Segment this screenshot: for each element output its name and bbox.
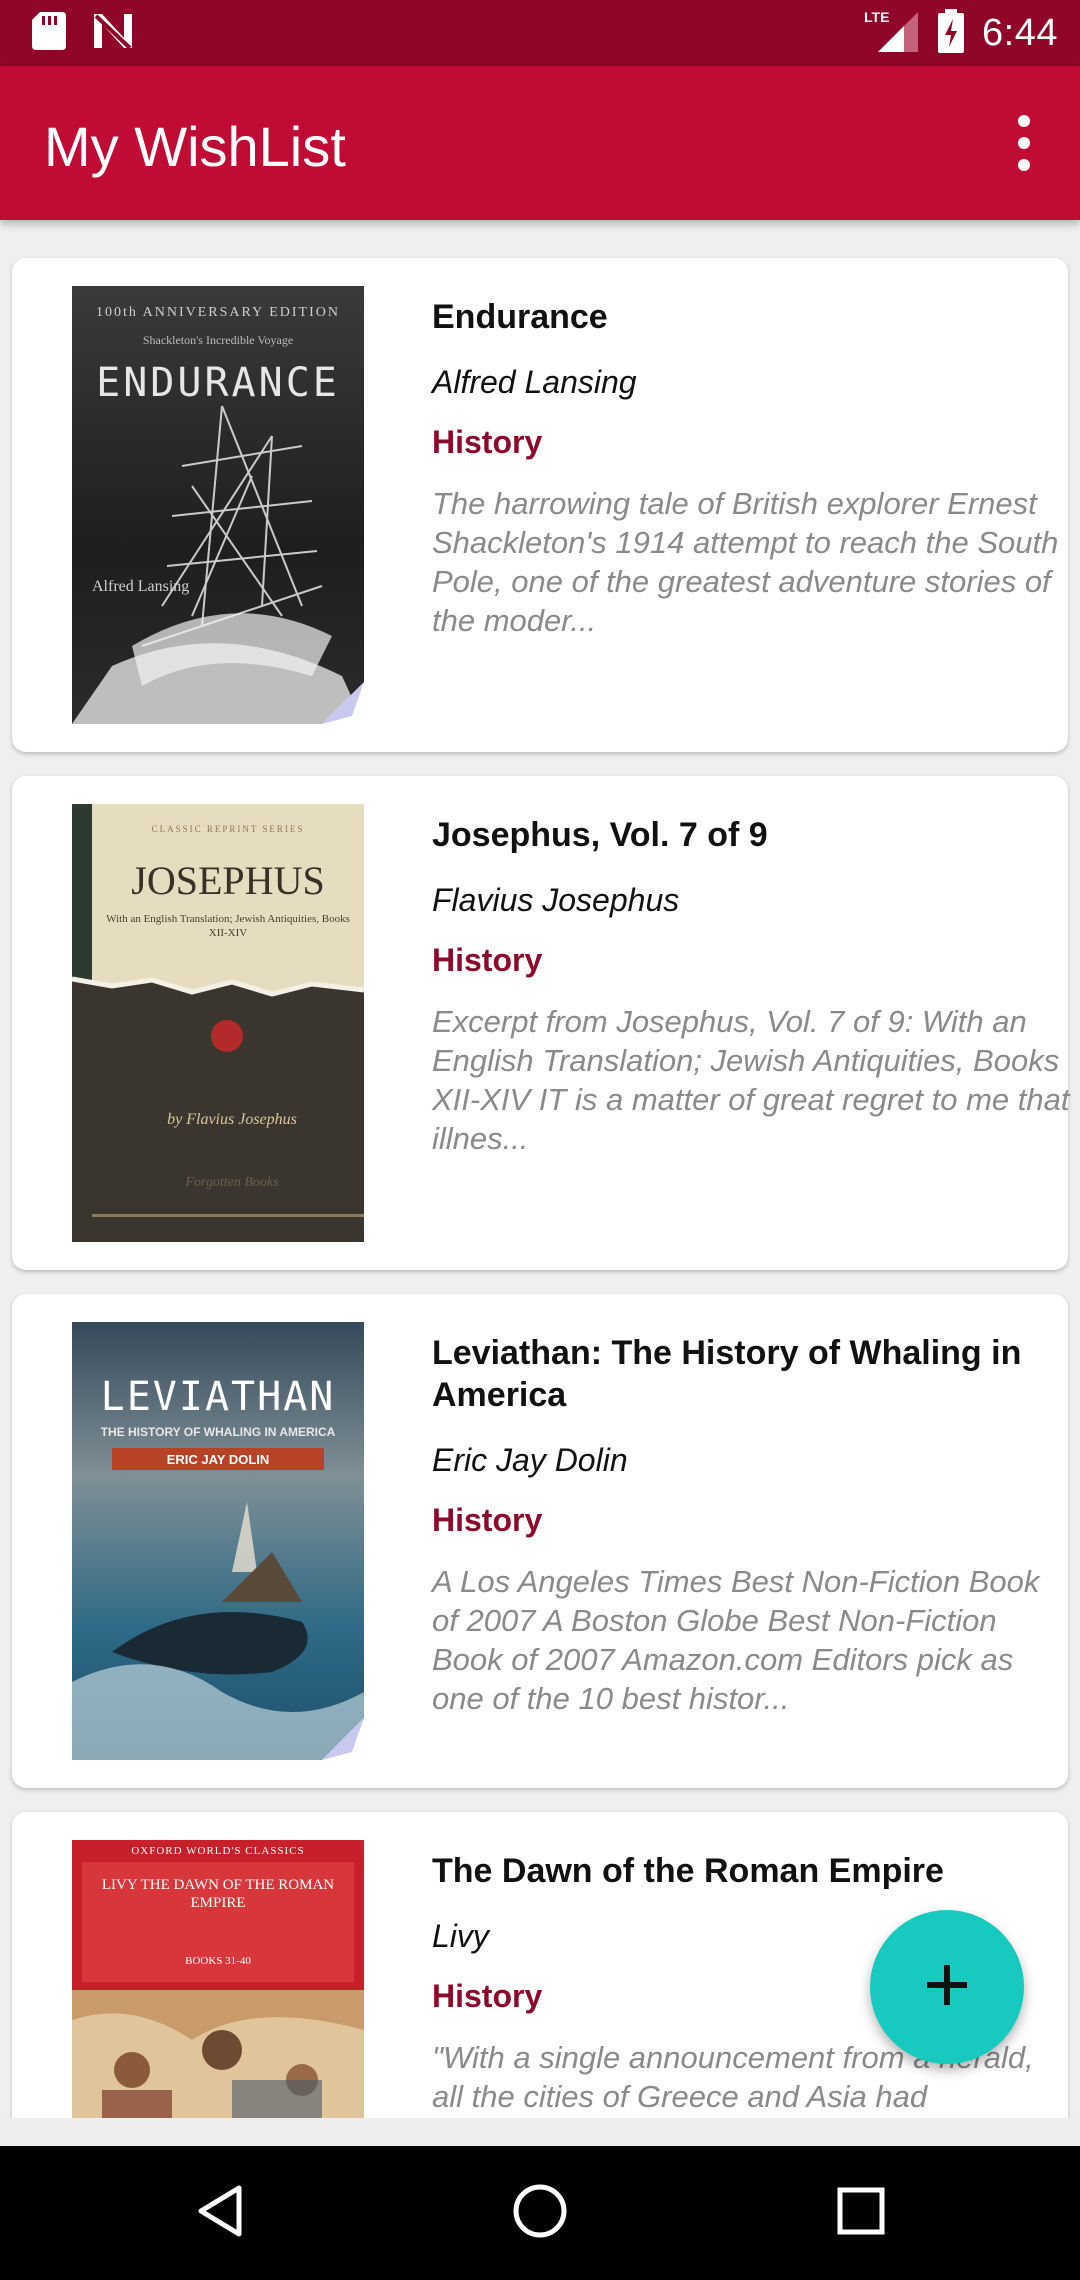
lte-signal-icon: LTE — [864, 8, 920, 59]
app-title: My WishList — [44, 115, 346, 178]
back-button[interactable] — [185, 2178, 255, 2248]
cover-publisher: Forgotten Books — [184, 1175, 279, 1190]
cover-title: LIVY THE DAWN OF THE ROMAN EMPIRE — [101, 1877, 335, 1911]
cover-top-line: 100th ANNIVERSARY EDITION — [96, 305, 340, 320]
book-title: Endurance — [432, 298, 608, 336]
cover-title: ENDURANCE — [96, 360, 340, 406]
book-genre: History — [432, 424, 543, 460]
clock: 6:44 — [982, 11, 1058, 54]
cover-subtitle: BOOKS 31-40 — [185, 1955, 251, 1967]
recents-button[interactable] — [826, 2178, 896, 2248]
status-bar: LTE 6:44 — [0, 0, 1080, 66]
book-author: Alfred Lansing — [432, 364, 637, 400]
book-cover-image: CLASSIC REPRINT SERIES JOSEPHUS With an … — [72, 804, 364, 1242]
home-circle-icon — [512, 2183, 568, 2244]
book-title: Leviathan: The History of Whaling in Ame… — [432, 1334, 1022, 1414]
book-title: Josephus, Vol. 7 of 9 — [432, 816, 768, 854]
book-description: Excerpt from Josephus, Vol. 7 of 9: With… — [432, 1004, 1070, 1156]
book-list[interactable]: 100th ANNIVERSARY EDITION Shackleton's I… — [0, 220, 1080, 2118]
cover-author: ERIC JAY DOLIN — [167, 1452, 270, 1467]
cover-subtitle: THE HISTORY OF WHALING IN AMERICA — [101, 1425, 336, 1439]
book-author: Eric Jay Dolin — [432, 1442, 628, 1478]
book-genre: History — [432, 942, 543, 978]
book-cover-image: LEVIATHAN THE HISTORY OF WHALING IN AMER… — [72, 1322, 364, 1760]
svg-text:LTE: LTE — [864, 9, 889, 25]
book-card[interactable]: 100th ANNIVERSARY EDITION Shackleton's I… — [12, 258, 1068, 752]
book-cover-image: OXFORD WORLD'S CLASSICS LIVY THE DAWN OF… — [72, 1840, 364, 2118]
battery-charging-icon — [938, 8, 965, 58]
book-description: The harrowing tale of British explorer E… — [432, 486, 1059, 638]
add-book-button[interactable] — [870, 1910, 1024, 2064]
home-button[interactable] — [505, 2178, 575, 2248]
cover-author: by Flavius Josephus — [167, 1111, 297, 1128]
book-card[interactable]: CLASSIC REPRINT SERIES JOSEPHUS With an … — [12, 776, 1069, 1270]
cover-author: Alfred Lansing — [92, 578, 189, 595]
book-cover-image: 100th ANNIVERSARY EDITION Shackleton's I… — [72, 286, 364, 724]
sd-card-icon — [32, 11, 66, 55]
recents-square-icon — [836, 2186, 886, 2241]
cover-title: JOSEPHUS — [131, 858, 324, 903]
book-description: A Los Angeles Times Best Non-Fiction Boo… — [432, 1564, 1040, 1716]
cover-top-line: CLASSIC REPRINT SERIES — [152, 824, 305, 834]
cover-top-line: OXFORD WORLD'S CLASSICS — [131, 1845, 304, 1857]
back-triangle-icon — [195, 2184, 245, 2243]
book-genre: History — [432, 1502, 543, 1538]
cover-subtitle: With an English Translation; Jewish Anti… — [106, 913, 350, 939]
system-navigation-bar — [0, 2146, 1080, 2280]
more-vert-icon[interactable] — [994, 106, 1054, 180]
add-icon — [925, 1963, 969, 2012]
book-author: Flavius Josephus — [432, 882, 680, 918]
cover-subtitle: Shackleton's Incredible Voyage — [143, 333, 293, 347]
book-title: The Dawn of the Roman Empire — [432, 1852, 944, 1890]
no-signal-n-icon — [92, 12, 134, 55]
book-card[interactable]: LEVIATHAN THE HISTORY OF WHALING IN AMER… — [12, 1294, 1068, 1788]
cover-title: LEVIATHAN — [101, 1374, 336, 1420]
app-bar: My WishList — [0, 66, 1080, 220]
